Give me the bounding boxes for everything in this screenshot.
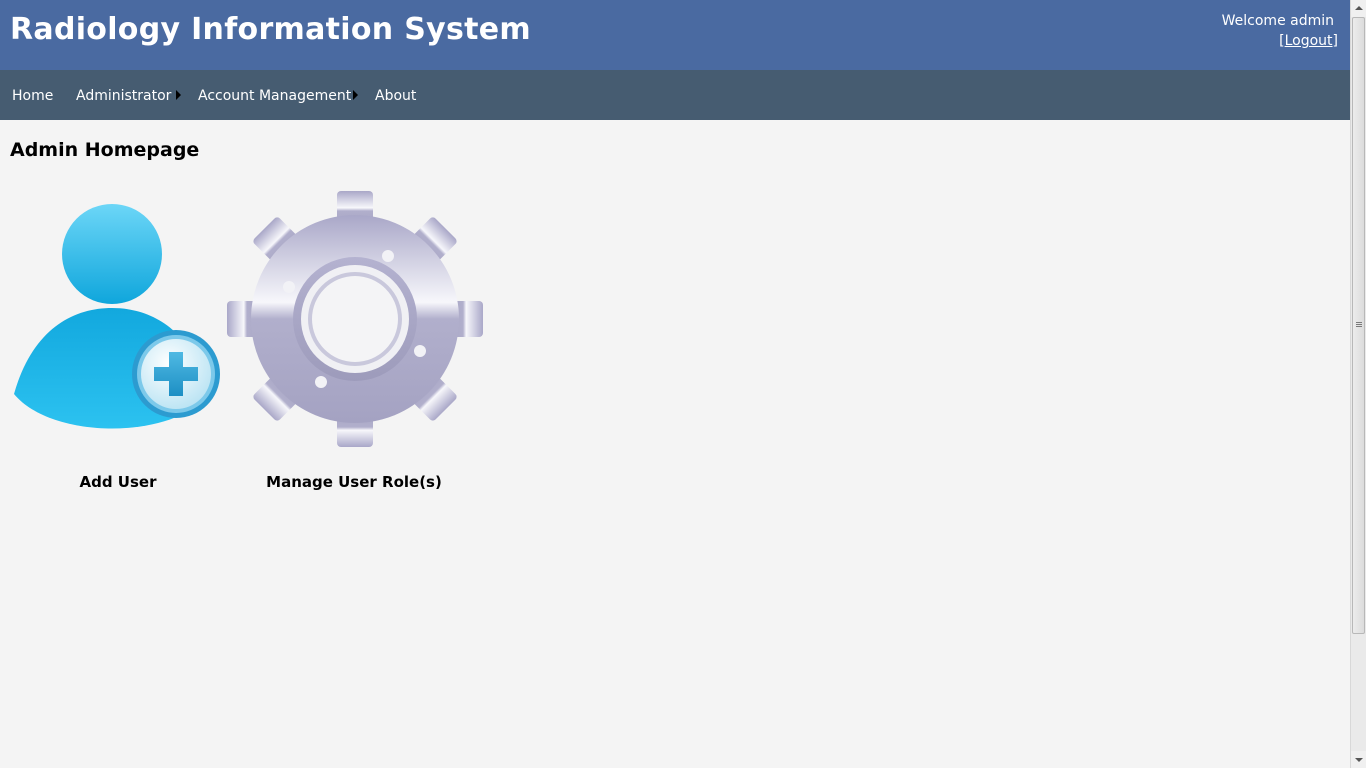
- grip-line: [1356, 324, 1362, 325]
- header: Radiology Information System Welcome adm…: [0, 0, 1350, 70]
- manage-user-roles-tile[interactable]: [226, 190, 484, 448]
- main-menu: Home Administrator Account Management Ab…: [0, 70, 1350, 120]
- grip-line: [1356, 322, 1362, 323]
- scroll-up-icon[interactable]: [1351, 0, 1366, 17]
- app-title: Radiology Information System: [10, 12, 531, 47]
- manage-user-roles-label[interactable]: Manage User Role(s): [254, 473, 454, 491]
- logout-link[interactable]: Logout: [1285, 33, 1333, 49]
- page-title: Admin Homepage: [10, 139, 200, 161]
- menu-item-about[interactable]: About: [375, 88, 416, 104]
- menu-item-administrator[interactable]: Administrator: [76, 88, 171, 104]
- submenu-arrow-icon: [176, 90, 181, 100]
- menu-item-home[interactable]: Home: [12, 88, 53, 104]
- welcome-text: Welcome admin: [1221, 13, 1334, 29]
- add-user-label[interactable]: Add User: [18, 473, 218, 491]
- scroll-thumb[interactable]: [1352, 17, 1365, 634]
- grip-line: [1356, 326, 1362, 327]
- scroll-down-icon[interactable]: [1351, 751, 1366, 768]
- menu-item-account-management[interactable]: Account Management: [198, 88, 351, 104]
- logout-wrapper: [Logout]: [1222, 31, 1338, 51]
- add-user-icon: [14, 204, 220, 429]
- submenu-arrow-icon: [353, 90, 358, 100]
- add-user-tile[interactable]: [12, 200, 224, 440]
- page: Radiology Information System Welcome adm…: [0, 0, 1366, 768]
- logout-bracket-close: ]: [1332, 33, 1338, 49]
- vertical-scrollbar[interactable]: [1350, 0, 1366, 768]
- gear-icon: [227, 191, 483, 447]
- login-info: Welcome admin [Logout]: [1222, 11, 1338, 51]
